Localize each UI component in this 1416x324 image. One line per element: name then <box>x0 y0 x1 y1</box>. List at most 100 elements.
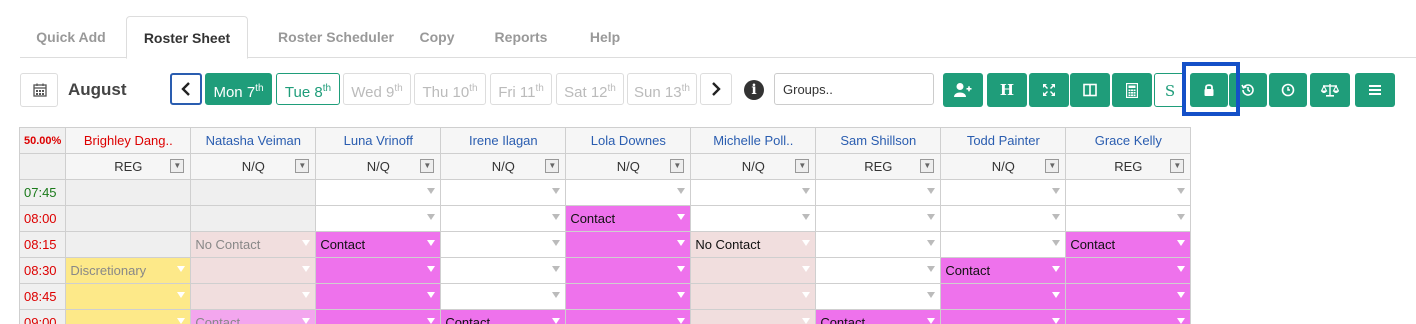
roster-cell[interactable] <box>190 283 317 310</box>
roster-cell[interactable] <box>1065 309 1192 324</box>
roster-cell[interactable] <box>315 257 442 284</box>
roster-cell[interactable] <box>440 205 567 232</box>
clock-button[interactable] <box>1269 73 1307 107</box>
day-thu[interactable]: Thu 10th <box>414 73 486 105</box>
staff-type-select[interactable]: REG ▼ <box>65 153 192 180</box>
roster-cell[interactable] <box>815 231 942 258</box>
staff-type-select[interactable]: N/Q ▼ <box>440 153 567 180</box>
roster-cell[interactable] <box>565 309 692 324</box>
roster-cell[interactable] <box>940 205 1067 232</box>
roster-cell[interactable] <box>690 179 817 206</box>
roster-cell[interactable]: Contact <box>815 309 942 324</box>
balance-button[interactable] <box>1310 73 1350 107</box>
roster-cell[interactable]: No Contact <box>190 231 317 258</box>
staff-type-select[interactable]: N/Q ▼ <box>565 153 692 180</box>
roster-cell[interactable] <box>940 309 1067 324</box>
roster-cell[interactable]: Contact <box>190 309 317 324</box>
prev-day-button[interactable] <box>170 73 202 105</box>
roster-cell[interactable]: No Contact <box>690 231 817 258</box>
groups-search-input[interactable] <box>774 73 934 105</box>
staff-name[interactable]: Todd Painter <box>940 127 1067 154</box>
staff-type-select[interactable]: N/Q ▼ <box>190 153 317 180</box>
roster-cell[interactable] <box>65 283 192 310</box>
s-button[interactable]: S <box>1154 73 1186 107</box>
day-fri[interactable]: Fri 11th <box>490 73 552 105</box>
lock-button[interactable] <box>1190 73 1228 107</box>
roster-cell[interactable]: Contact <box>565 205 692 232</box>
staff-type-select[interactable]: N/Q ▼ <box>940 153 1067 180</box>
roster-cell[interactable] <box>315 179 442 206</box>
expand-button[interactable] <box>1029 73 1069 107</box>
tab-help[interactable]: Help <box>580 16 630 58</box>
roster-cell[interactable]: Discretionary <box>65 257 192 284</box>
roster-cell[interactable] <box>940 179 1067 206</box>
roster-cell[interactable] <box>65 179 192 206</box>
roster-cell[interactable] <box>440 257 567 284</box>
roster-cell[interactable] <box>690 309 817 324</box>
roster-cell[interactable]: Contact <box>940 257 1067 284</box>
staff-type-select[interactable]: REG ▼ <box>1065 153 1192 180</box>
roster-cell[interactable] <box>65 231 192 258</box>
staff-name[interactable]: Lola Downes <box>565 127 692 154</box>
day-wed[interactable]: Wed 9th <box>343 73 411 105</box>
day-sat[interactable]: Sat 12th <box>556 73 624 105</box>
roster-cell[interactable] <box>940 283 1067 310</box>
roster-cell[interactable] <box>65 309 192 324</box>
history-button[interactable] <box>1229 73 1267 107</box>
roster-cell[interactable] <box>815 257 942 284</box>
staff-type-select[interactable]: N/Q ▼ <box>690 153 817 180</box>
roster-cell[interactable] <box>440 179 567 206</box>
roster-cell[interactable]: Contact <box>315 231 442 258</box>
roster-cell[interactable] <box>690 283 817 310</box>
roster-cell[interactable] <box>1065 257 1192 284</box>
roster-cell[interactable] <box>65 205 192 232</box>
info-icon[interactable]: i <box>744 80 764 100</box>
day-tue[interactable]: Tue 8th <box>276 73 340 105</box>
roster-cell[interactable]: Contact <box>1065 231 1192 258</box>
roster-cell[interactable] <box>190 257 317 284</box>
day-sun[interactable]: Sun 13th <box>627 73 697 105</box>
roster-cell[interactable] <box>315 283 442 310</box>
roster-cell[interactable] <box>315 309 442 324</box>
staff-name[interactable]: Sam Shillson <box>815 127 942 154</box>
next-day-button[interactable] <box>700 73 732 105</box>
columns-button[interactable] <box>1070 73 1110 107</box>
roster-cell[interactable] <box>190 179 317 206</box>
roster-cell[interactable] <box>190 205 317 232</box>
tab-reports[interactable]: Reports <box>486 16 556 58</box>
day-mon[interactable]: Mon 7th <box>205 73 272 105</box>
tab-quick-add[interactable]: Quick Add <box>20 16 122 58</box>
tab-copy[interactable]: Copy <box>414 16 460 58</box>
calendar-button[interactable] <box>20 73 58 107</box>
roster-cell[interactable] <box>815 205 942 232</box>
roster-cell[interactable] <box>565 231 692 258</box>
staff-type-select[interactable]: REG ▼ <box>815 153 942 180</box>
staff-name[interactable]: Natasha Veiman <box>190 127 317 154</box>
staff-name[interactable]: Irene Ilagan <box>440 127 567 154</box>
staff-name[interactable]: Grace Kelly <box>1065 127 1192 154</box>
roster-cell[interactable] <box>565 283 692 310</box>
roster-cell[interactable] <box>565 179 692 206</box>
tab-roster-scheduler[interactable]: Roster Scheduler <box>254 16 418 58</box>
roster-cell[interactable] <box>440 283 567 310</box>
roster-cell[interactable] <box>315 205 442 232</box>
roster-cell[interactable] <box>440 231 567 258</box>
calculator-button[interactable] <box>1112 73 1152 107</box>
roster-cell[interactable] <box>1065 205 1192 232</box>
roster-cell[interactable] <box>565 257 692 284</box>
roster-cell[interactable] <box>1065 283 1192 310</box>
h-button[interactable]: H <box>987 73 1027 107</box>
roster-cell[interactable] <box>1065 179 1192 206</box>
roster-cell[interactable] <box>940 231 1067 258</box>
roster-cell[interactable] <box>690 205 817 232</box>
roster-cell[interactable]: Contact <box>440 309 567 324</box>
tab-roster-sheet[interactable]: Roster Sheet <box>126 16 248 59</box>
staff-type-select[interactable]: N/Q ▼ <box>315 153 442 180</box>
staff-name[interactable]: Brighley Dang.. <box>65 127 192 154</box>
roster-cell[interactable] <box>815 179 942 206</box>
roster-cell[interactable] <box>815 283 942 310</box>
roster-cell[interactable] <box>690 257 817 284</box>
add-staff-button[interactable] <box>943 73 983 107</box>
staff-name[interactable]: Luna Vrinoff <box>315 127 442 154</box>
menu-button[interactable] <box>1355 73 1395 107</box>
